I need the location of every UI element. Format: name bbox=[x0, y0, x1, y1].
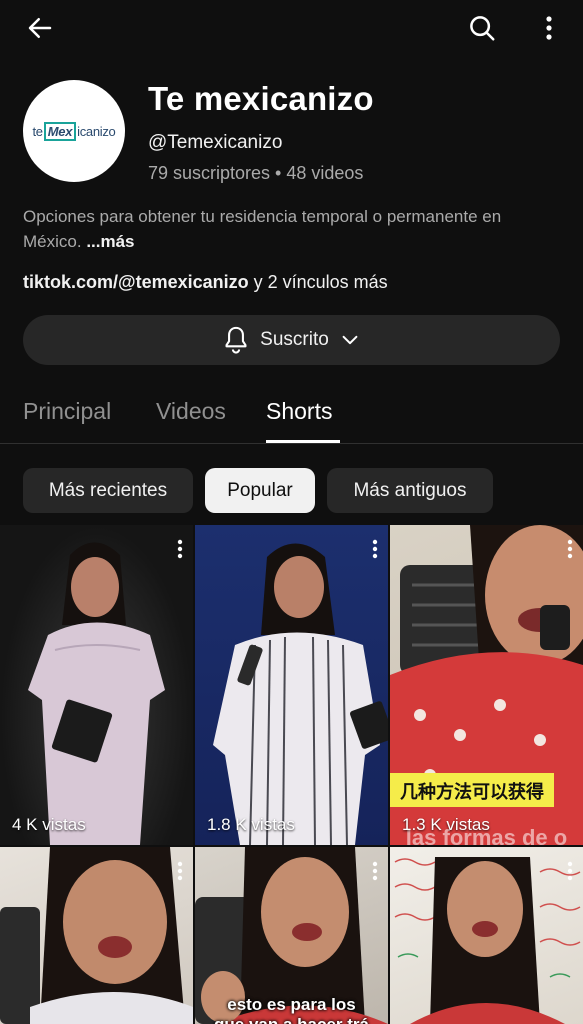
more-options-button[interactable] bbox=[534, 10, 564, 46]
subscribed-label: Suscrito bbox=[260, 329, 329, 350]
thumbnail-image bbox=[0, 847, 193, 1024]
more-vertical-icon[interactable] bbox=[177, 861, 183, 881]
back-button[interactable] bbox=[20, 10, 60, 46]
description-more-link[interactable]: ...más bbox=[86, 232, 134, 251]
more-vertical-icon[interactable] bbox=[567, 861, 573, 881]
chip-oldest[interactable]: Más antiguos bbox=[327, 468, 493, 513]
shorts-grid: 4 K vistas 1.8 K vistas 几种方法可以获得 las for… bbox=[0, 525, 583, 1024]
channel-name: Te mexicanizo bbox=[148, 80, 374, 117]
short-views: 4 K vistas bbox=[12, 815, 86, 834]
channel-stats: 79 suscriptores • 48 videos bbox=[148, 163, 364, 183]
short-views: 1.8 K vistas bbox=[207, 815, 295, 834]
bell-icon bbox=[225, 326, 247, 354]
more-vertical-icon[interactable] bbox=[177, 539, 183, 559]
thumbnail-image bbox=[28, 542, 165, 845]
subscribed-button[interactable]: Suscrito bbox=[23, 315, 560, 365]
active-tab-indicator bbox=[266, 440, 340, 443]
channel-description[interactable]: Opciones para obtener tu residencia temp… bbox=[23, 204, 563, 254]
link-more[interactable]: y 2 vínculos más bbox=[249, 272, 388, 292]
logo-text-box: Mex bbox=[43, 121, 77, 141]
chevron-down-icon bbox=[342, 335, 358, 345]
short-overlay-text: esto es para los bbox=[227, 995, 356, 1014]
chip-most-recent[interactable]: Más recientes bbox=[23, 468, 193, 513]
link-main[interactable]: tiktok.com/@temexicanizo bbox=[23, 272, 249, 292]
short-thumbnail[interactable]: esto es para los que van a hacer trá bbox=[195, 847, 388, 1024]
arrow-left-icon bbox=[28, 18, 52, 38]
logo-text-suffix: icanizo bbox=[77, 123, 116, 139]
short-thumbnail[interactable] bbox=[0, 847, 193, 1024]
search-icon bbox=[470, 16, 495, 41]
channel-logo: te Mex icanizo bbox=[32, 121, 116, 141]
short-thumbnail[interactable]: 几种方法可以获得 las formas de o 1.3 K vistas bbox=[390, 525, 583, 845]
short-overlay-text: 几种方法可以获得 bbox=[400, 782, 544, 802]
short-thumbnail[interactable]: 1.8 K vistas bbox=[195, 525, 388, 845]
more-vertical-icon[interactable] bbox=[372, 861, 378, 881]
short-thumbnail[interactable]: 4 K vistas bbox=[0, 525, 193, 845]
thumbnail-image bbox=[394, 857, 581, 1024]
tab-videos[interactable]: Videos bbox=[156, 398, 226, 425]
more-vertical-icon[interactable] bbox=[372, 539, 378, 559]
top-app-bar bbox=[0, 0, 583, 56]
channel-handle: @Temexicanizo bbox=[148, 132, 283, 153]
short-overlay-subtext: que van a hacer trá bbox=[195, 1015, 388, 1024]
chip-popular[interactable]: Popular bbox=[205, 468, 315, 513]
tab-shorts[interactable]: Shorts bbox=[266, 398, 332, 425]
short-thumbnail[interactable] bbox=[390, 847, 583, 1024]
more-vertical-icon[interactable] bbox=[567, 539, 573, 559]
more-vertical-icon bbox=[546, 16, 552, 40]
tab-principal[interactable]: Principal bbox=[23, 398, 111, 425]
logo-text-prefix: te bbox=[32, 123, 43, 139]
search-button[interactable] bbox=[462, 10, 502, 46]
channel-tabs: Principal Videos Shorts bbox=[0, 388, 583, 444]
channel-links[interactable]: tiktok.com/@temexicanizo y 2 vínculos má… bbox=[23, 272, 388, 293]
thumbnail-image bbox=[213, 543, 388, 845]
channel-avatar[interactable]: te Mex icanizo bbox=[23, 80, 125, 182]
short-views: 1.3 K vistas bbox=[402, 815, 490, 834]
